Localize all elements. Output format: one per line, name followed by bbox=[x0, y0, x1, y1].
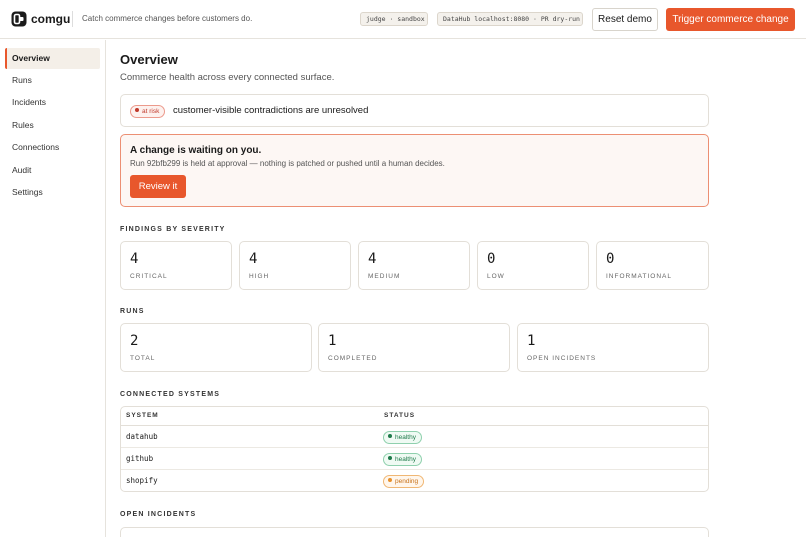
stat-label: CRITICAL bbox=[130, 273, 168, 280]
status-badge: healthy bbox=[383, 431, 422, 444]
sidebar-item-runs[interactable]: Runs bbox=[5, 70, 100, 91]
stat-label: MEDIUM bbox=[368, 273, 401, 280]
status-badge: healthy bbox=[383, 453, 422, 466]
column-header-status: STATUS bbox=[384, 412, 416, 419]
runs-total-card[interactable]: 2 TOTAL bbox=[120, 323, 312, 372]
sidebar-item-overview[interactable]: Overview bbox=[5, 48, 100, 69]
system-name: shopify bbox=[126, 476, 158, 485]
connected-systems-table: SYSTEM STATUS datahub healthy github hea… bbox=[120, 406, 709, 492]
page-title: Overview bbox=[120, 52, 178, 67]
findings-section-label: FINDINGS BY SEVERITY bbox=[120, 226, 226, 233]
column-header-system: SYSTEM bbox=[126, 412, 159, 419]
stat-value: 4 bbox=[249, 251, 258, 267]
risk-dot-icon bbox=[135, 108, 139, 113]
datahub-chip: DataHub localhost:8080 · PR dry-run bbox=[437, 12, 583, 26]
stat-label: INFORMATIONAL bbox=[606, 273, 672, 280]
status-dot-icon bbox=[388, 434, 392, 439]
main-content: Overview Commerce health across every co… bbox=[106, 40, 806, 537]
sidebar-item-rules[interactable]: Rules bbox=[5, 115, 100, 136]
runs-section-label: RUNS bbox=[120, 308, 145, 315]
risk-banner: at risk customer-visible contradictions … bbox=[120, 94, 709, 127]
status-label: pending bbox=[395, 478, 419, 485]
status-label: healthy bbox=[395, 456, 416, 463]
header-divider bbox=[72, 11, 73, 27]
sidebar-item-settings[interactable]: Settings bbox=[5, 182, 100, 203]
approval-title: A change is waiting on you. bbox=[130, 145, 262, 156]
stat-value: 2 bbox=[130, 333, 139, 349]
sidebar-item-incidents[interactable]: Incidents bbox=[5, 92, 100, 113]
stat-label: OPEN INCIDENTS bbox=[527, 355, 597, 362]
stat-value: 1 bbox=[328, 333, 337, 349]
at-risk-label: at risk bbox=[142, 108, 160, 115]
review-it-button[interactable]: Review it bbox=[130, 175, 186, 198]
runs-completed-card[interactable]: 1 COMPLETED bbox=[318, 323, 510, 372]
status-label: healthy bbox=[395, 434, 416, 441]
status-dot-icon bbox=[388, 456, 392, 461]
findings-informational-card[interactable]: 0 INFORMATIONAL bbox=[596, 241, 709, 290]
reset-demo-button[interactable]: Reset demo bbox=[592, 8, 658, 31]
open-incidents-label: OPEN INCIDENTS bbox=[120, 511, 197, 518]
sidebar: Overview Runs Incidents Rules Connection… bbox=[0, 40, 106, 537]
findings-critical-card[interactable]: 4 CRITICAL bbox=[120, 241, 232, 290]
stat-label: COMPLETED bbox=[328, 355, 378, 362]
system-name: datahub bbox=[126, 432, 158, 441]
system-name: github bbox=[126, 454, 154, 463]
connected-systems-label: CONNECTED SYSTEMS bbox=[120, 391, 221, 398]
page-subtitle: Commerce health across every connected s… bbox=[120, 72, 335, 83]
sidebar-item-audit[interactable]: Audit bbox=[5, 160, 100, 181]
findings-low-card[interactable]: 0 LOW bbox=[477, 241, 589, 290]
at-risk-badge: at risk bbox=[130, 105, 166, 118]
trigger-commerce-change-button[interactable]: Trigger commerce change bbox=[666, 8, 795, 31]
sidebar-item-connections[interactable]: Connections bbox=[5, 137, 100, 158]
stat-value: 4 bbox=[130, 251, 139, 267]
risk-message: customer-visible contradictions are unre… bbox=[173, 105, 369, 116]
status-dot-icon bbox=[388, 478, 392, 483]
environment-chip: judge · sandbox bbox=[360, 12, 428, 26]
stat-value: 1 bbox=[527, 333, 536, 349]
runs-open-incidents-card[interactable]: 1 OPEN INCIDENTS bbox=[517, 323, 709, 372]
table-row[interactable]: datahub healthy bbox=[121, 426, 708, 448]
comgu-logo-icon bbox=[11, 11, 27, 27]
table-row[interactable]: github healthy bbox=[121, 448, 708, 470]
stat-value: 0 bbox=[606, 251, 615, 267]
open-incidents-panel bbox=[120, 527, 709, 537]
table-row[interactable]: shopify pending bbox=[121, 470, 708, 491]
approval-description: Run 92bfb299 is held at approval — nothi… bbox=[130, 159, 445, 168]
stat-value: 0 bbox=[487, 251, 496, 267]
findings-medium-card[interactable]: 4 MEDIUM bbox=[358, 241, 470, 290]
stat-value: 4 bbox=[368, 251, 377, 267]
status-badge: pending bbox=[383, 475, 425, 488]
brand-name: comgu bbox=[31, 12, 71, 26]
stat-label: TOTAL bbox=[130, 355, 156, 362]
top-bar: comgu Catch commerce changes before cust… bbox=[0, 0, 806, 39]
approval-waiting-card: A change is waiting on you. Run 92bfb299… bbox=[120, 134, 709, 207]
tagline: Catch commerce changes before customers … bbox=[82, 14, 253, 23]
findings-high-card[interactable]: 4 HIGH bbox=[239, 241, 351, 290]
stat-label: HIGH bbox=[249, 273, 270, 280]
stat-label: LOW bbox=[487, 273, 505, 280]
